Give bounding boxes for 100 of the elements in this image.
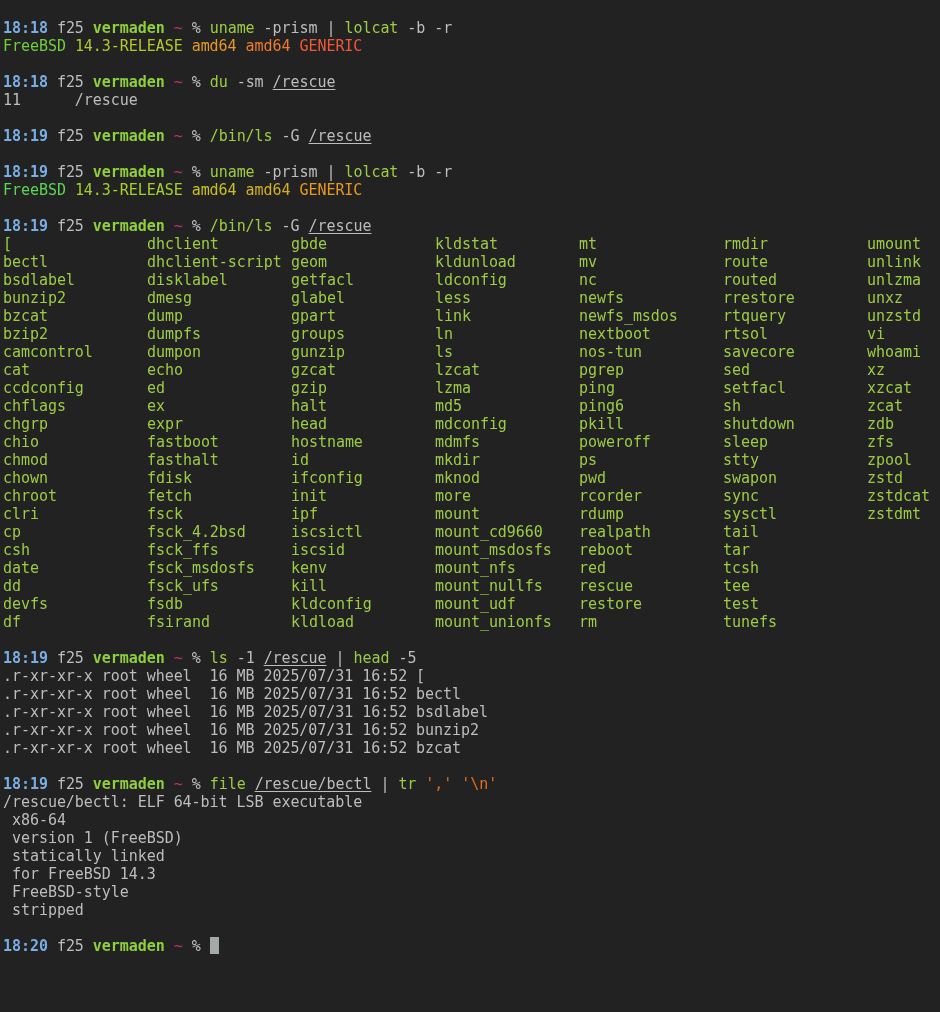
file-name: rtsol [723,325,768,343]
colored-output-text: FreeBSD [3,37,66,55]
host-name: f25 [56,19,84,37]
file-name: mt [579,235,597,253]
file-name: newfs_msdos [579,307,678,325]
file-name: gzcat [291,361,336,379]
file-name: test [723,595,759,613]
command-argument: -r [434,163,453,181]
file-name: expr [147,415,183,433]
file-name: ls [435,343,453,361]
file-name: tee [723,577,750,595]
file-name: kldconfig [291,595,372,613]
path-argument: /rescue [308,127,372,145]
user-name: vermaden [92,163,165,181]
file-name: ipf [291,505,318,523]
file-name: fsck_4.2bsd [147,523,246,541]
file-name: unlink [867,253,921,271]
command-name: lolcat [344,163,399,181]
prompt-sign: % [191,127,201,145]
output-text: .r-xr-xr-x root wheel 16 MB 2025/07/31 16:52 bsdlabel [3,703,488,721]
file-name: mount_nfs [435,559,516,577]
prompt-sign: % [191,775,201,793]
directory-tilde: ~ [173,649,183,667]
file-name: chmod [3,451,48,469]
file-name: red [579,559,606,577]
file-name: more [435,487,471,505]
colored-output-text: amd64 [191,37,237,55]
file-name: rtquery [723,307,786,325]
file-name: kldstat [435,235,498,253]
file-name: fsck_ufs [147,577,219,595]
file-name: chgrp [3,415,48,433]
file-name: bzcat [3,307,48,325]
command-argument: -r [434,19,453,37]
file-name: fastboot [147,433,219,451]
file-name: dumpon [147,343,201,361]
file-name: sed [723,361,750,379]
colored-output-text: GENERIC [299,37,363,55]
user-name: vermaden [92,937,165,955]
file-name: unxz [867,289,903,307]
command-name: /bin/ls [209,217,273,235]
file-name: fasthalt [147,451,219,469]
file-name: bzip2 [3,325,48,343]
file-name: sleep [723,433,768,451]
file-name: md5 [435,397,462,415]
file-name: cat [3,361,30,379]
file-name: init [291,487,327,505]
file-name: sysctl [723,505,777,523]
output-text: 11 /rescue [3,91,138,109]
command-name: ls [209,649,228,667]
command-argument: | [326,163,336,181]
file-name: chown [3,469,48,487]
command-argument: | [335,649,345,667]
file-name: ln [435,325,453,343]
colored-output-text: 14.3-RELEASE [74,181,183,199]
file-name: gunzip [291,343,345,361]
output-text: x86-64 [10,811,66,829]
file-name: ifconfig [291,469,363,487]
file-name: df [3,613,21,631]
file-name: pgrep [579,361,624,379]
colored-output-text: FreeBSD [3,181,66,199]
file-name: rcorder [579,487,642,505]
output-text: FreeBSD-style [10,883,129,901]
file-name: unlzma [867,271,921,289]
file-name: iscsictl [291,523,363,541]
file-name: sync [723,487,759,505]
file-name: clri [3,505,39,523]
host-name: f25 [56,775,84,793]
prompt-time: 18:18 [3,73,48,91]
file-name: echo [147,361,183,379]
command-argument: -5 [398,649,417,667]
file-name: devfs [3,595,48,613]
file-name: pkill [579,415,624,433]
output-text: for FreeBSD 14.3 [10,865,156,883]
command-argument: -prism [263,19,318,37]
host-name: f25 [56,649,84,667]
file-name: fsdb [147,595,183,613]
user-name: vermaden [92,217,165,235]
command-argument: -G [281,127,300,145]
output-text: stripped [10,901,84,919]
file-name: rescue [579,577,633,595]
file-name: whoami [867,343,921,361]
command-argument: | [380,775,390,793]
prompt-time: 18:19 [3,649,48,667]
host-name: f25 [56,127,84,145]
file-name: fetch [147,487,192,505]
file-name: umount [867,235,921,253]
file-name: zdb [867,415,894,433]
command-argument: -1 [236,649,255,667]
file-name: savecore [723,343,795,361]
file-name: id [291,451,309,469]
file-name: tcsh [723,559,759,577]
quoted-string: '\n' [461,775,498,793]
file-name: chroot [3,487,57,505]
output-text: .r-xr-xr-x root wheel 16 MB 2025/07/31 16:52 [ [3,667,426,685]
output-text: .r-xr-xr-x root wheel 16 MB 2025/07/31 16:52 bectl [3,685,462,703]
command-name: file [209,775,246,793]
file-name: nextboot [579,325,651,343]
file-name: geom [291,253,327,271]
path-argument: /rescue [263,649,327,667]
file-name: dumpfs [147,325,201,343]
